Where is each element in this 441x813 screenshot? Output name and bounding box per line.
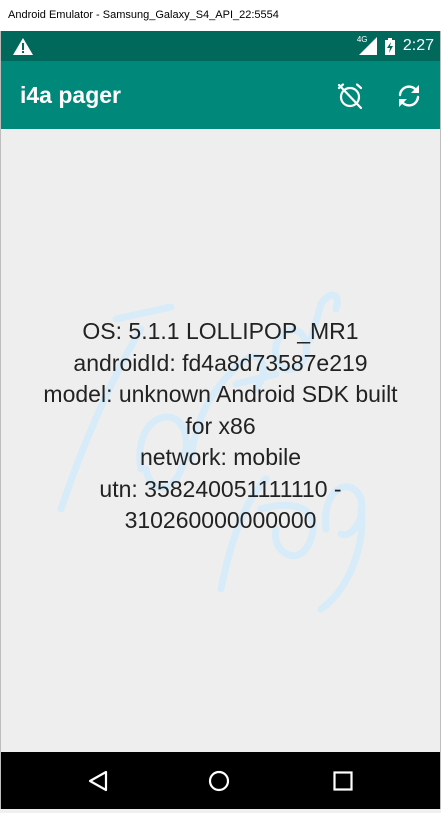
home-icon[interactable] [207,769,231,793]
back-icon[interactable] [86,769,110,793]
recents-icon[interactable] [331,769,355,793]
status-time: 2:27 [402,37,434,54]
info-model-cont: for x86 [185,412,256,439]
emulator-window: Android Emulator - Samsung_Galaxy_S4_API… [0,0,441,813]
window-bottom-edge [0,809,441,813]
app-toolbar: i4a pager [1,61,440,129]
status-indicators: 4G 2:27 [357,31,434,61]
battery-icon [384,37,395,55]
refresh-icon[interactable] [395,82,423,110]
pager-content: OS: 5.1.1 LOLLIPOP_MR1 androidId: fd4a8d… [1,129,440,752]
signal-icon: 4G [357,35,377,55]
info-utn-cont: 310260000000000 [124,507,317,533]
navigation-bar [1,752,440,809]
window-title: Android Emulator - Samsung_Galaxy_S4_API… [8,9,279,21]
info-utn: utn: 358240051111110 - [99,475,342,502]
warning-icon [13,38,33,55]
device-screen: 4G 2:27 i4a pager OS: 5.1.1 LOLLIPOP_MR1… [1,31,440,809]
info-network: network: mobile [139,444,302,470]
window-title-bar: Android Emulator - Samsung_Galaxy_S4_API… [0,0,441,31]
info-model: model: unknown Android SDK built [43,381,398,407]
device-info: OS: 5.1.1 LOLLIPOP_MR1 androidId: fd4a8d… [11,316,430,537]
app-title: i4a pager [20,82,121,108]
alarm-off-icon[interactable] [336,82,364,110]
status-bar: 4G 2:27 [1,31,440,61]
info-android-id: androidId: fd4a8d73587e219 [73,349,368,376]
info-os: OS: 5.1.1 LOLLIPOP_MR1 [82,318,359,344]
